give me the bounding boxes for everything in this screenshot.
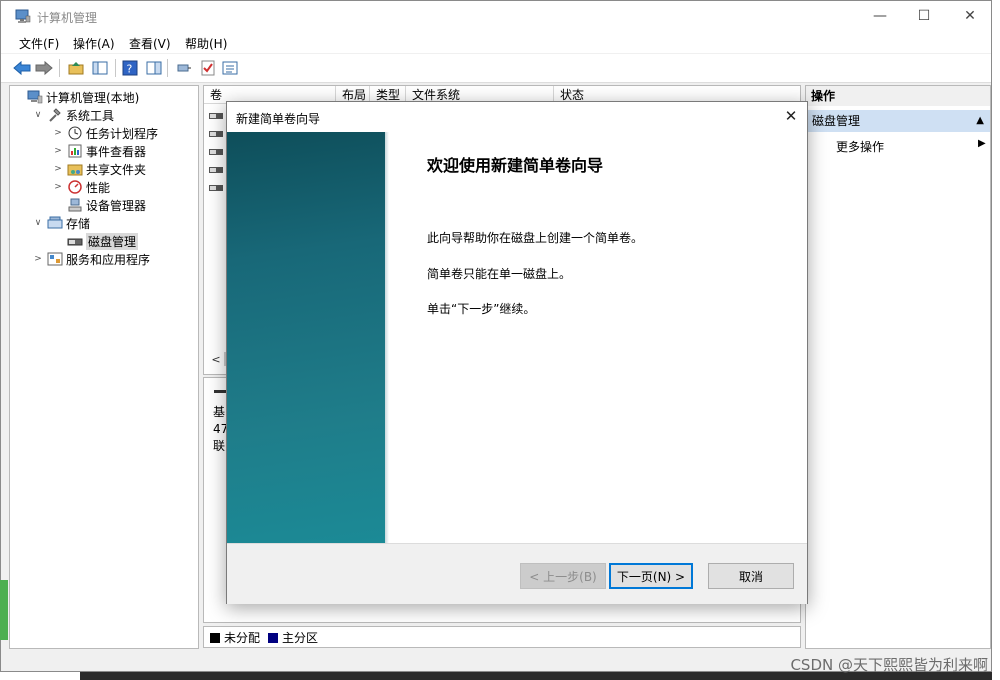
submenu-arrow-icon: ▶: [978, 138, 986, 149]
tree-item-8[interactable]: 磁盘管理: [12, 232, 196, 250]
next-button[interactable]: 下一页(N) >: [609, 563, 693, 589]
toolbar-separator: [115, 59, 116, 77]
connect-icon[interactable]: [175, 59, 193, 77]
watermark: CSDN @天下熙熙皆为利来啊: [790, 656, 988, 674]
wizard-description-1: 此向导帮助你在磁盘上创建一个简单卷。: [427, 231, 644, 245]
event-viewer-icon: [67, 143, 83, 159]
checklist-icon[interactable]: [199, 59, 217, 77]
services-icon: [47, 251, 63, 267]
actions-pane: 操作 磁盘管理 ▲ 更多操作 ▶: [805, 85, 991, 649]
volume-row-icon[interactable]: [209, 164, 223, 178]
volume-row-icon[interactable]: [209, 182, 223, 196]
window-title: 计算机管理: [37, 11, 98, 25]
wizard-description-3: 单击“下一步”继续。: [427, 302, 536, 316]
clock-icon: [67, 125, 83, 141]
storage-icon: [47, 215, 63, 231]
close-button[interactable]: ✕: [947, 1, 993, 31]
tree-item-1[interactable]: ∨ 系统工具: [12, 106, 196, 124]
tools-icon: [47, 107, 63, 123]
primary-partition-swatch: [268, 632, 279, 643]
legend-primary: 主分区: [268, 629, 318, 646]
tree-item-4[interactable]: > 共享文件夹: [12, 160, 196, 178]
title-bar: 计算机管理 — ☐ ✕: [1, 1, 991, 31]
volume-row-icon[interactable]: [209, 110, 223, 124]
legend-primary-label: 主分区: [282, 630, 319, 645]
chevron-right-icon[interactable]: >: [52, 146, 64, 156]
volume-row-icon[interactable]: [209, 128, 223, 142]
menu-action[interactable]: 操作(A): [73, 35, 115, 52]
shared-folder-icon: [67, 161, 83, 177]
chevron-right-icon[interactable]: >: [52, 182, 64, 192]
volume-row-icon[interactable]: [209, 146, 223, 160]
wizard-banner-image: [227, 132, 385, 543]
actions-section-disk-management[interactable]: 磁盘管理 ▲: [806, 110, 990, 132]
legend: 未分配 主分区: [203, 626, 801, 648]
menu-bar: 文件(F) 操作(A) 查看(V) 帮助(H): [1, 31, 991, 53]
performance-icon: [67, 179, 83, 195]
tree-item-label: 磁盘管理: [86, 232, 139, 250]
up-folder-icon[interactable]: [67, 59, 85, 77]
tree-item-7[interactable]: ∨ 存储: [12, 214, 196, 232]
disk-icon: [67, 233, 83, 249]
computer-icon: [27, 89, 43, 105]
minimize-button[interactable]: —: [857, 1, 903, 31]
tree-item-label: 共享文件夹: [86, 162, 147, 177]
tree-item-3[interactable]: > 事件查看器: [12, 142, 196, 160]
toolbar: ?: [1, 54, 991, 83]
tree-rows: 计算机管理(本地) ∨ 系统工具 > 任务计划程序 > 事件查看器 > 共享文件夹 > 性能 设备管理…: [12, 88, 196, 268]
unallocated-swatch: [210, 632, 220, 643]
chevron-down-icon[interactable]: ∨: [32, 218, 44, 228]
tree-item-6[interactable]: 设备管理器: [12, 196, 196, 214]
tree-item-label: 计算机管理(本地): [46, 90, 140, 105]
tree-item-label: 存储: [66, 216, 91, 231]
more-actions-item[interactable]: 更多操作: [836, 138, 884, 155]
toolbar-separator: [59, 59, 60, 77]
chevron-down-icon[interactable]: ∨: [32, 110, 44, 120]
device-manager-icon: [67, 197, 83, 213]
background-strip: [0, 580, 8, 640]
svg-text:?: ?: [127, 63, 133, 76]
wizard-heading: 欢迎使用新建简单卷向导: [427, 156, 604, 175]
tree-item-label: 性能: [86, 180, 111, 195]
computer-management-icon: [15, 9, 31, 23]
tree-item-label: 事件查看器: [86, 144, 147, 159]
toolbar-separator: [167, 59, 168, 77]
chevron-right-icon[interactable]: >: [32, 254, 44, 264]
menu-file[interactable]: 文件(F): [19, 35, 59, 52]
tree-item-label: 服务和应用程序: [66, 252, 151, 267]
collapse-triangle-icon[interactable]: ▲: [976, 110, 984, 132]
tree-item-0[interactable]: 计算机管理(本地): [12, 88, 196, 106]
wizard-button-bar: < 上一步(B) 下一页(N) > 取消: [227, 543, 807, 604]
menu-view[interactable]: 查看(V): [129, 35, 171, 52]
back-button[interactable]: < 上一步(B): [520, 563, 606, 589]
chevron-right-icon[interactable]: >: [52, 128, 64, 138]
tree-item-2[interactable]: > 任务计划程序: [12, 124, 196, 142]
properties-pane-icon[interactable]: [145, 59, 163, 77]
forward-arrow-icon[interactable]: [35, 59, 53, 77]
tree-item-label: 系统工具: [66, 108, 115, 123]
show-hide-tree-icon[interactable]: [91, 59, 109, 77]
actions-header: 操作: [806, 86, 990, 106]
new-simple-volume-wizard: 新建简单卷向导 ✕ 欢迎使用新建简单卷向导 此向导帮助你在磁盘上创建一个简单卷。…: [226, 101, 808, 604]
wizard-description-2: 简单卷只能在单一磁盘上。: [427, 267, 572, 281]
maximize-button[interactable]: ☐: [901, 1, 947, 31]
dialog-title: 新建简单卷向导: [236, 112, 321, 126]
dialog-close-icon[interactable]: ✕: [781, 106, 801, 126]
navigation-tree: 计算机管理(本地) ∨ 系统工具 > 任务计划程序 > 事件查看器 > 共享文件夹 > 性能 设备管理…: [9, 85, 199, 649]
legend-unallocated: 未分配: [210, 629, 260, 646]
help-icon[interactable]: ?: [121, 59, 139, 77]
actions-section-label: 磁盘管理: [812, 114, 861, 128]
back-arrow-icon[interactable]: [13, 59, 31, 77]
banner-edge: [385, 132, 389, 543]
tree-item-label: 设备管理器: [86, 198, 147, 213]
tree-item-label: 任务计划程序: [86, 126, 159, 141]
menu-help[interactable]: 帮助(H): [185, 35, 227, 52]
cancel-button[interactable]: 取消: [708, 563, 794, 589]
list-view-icon[interactable]: [221, 59, 239, 77]
chevron-right-icon[interactable]: >: [52, 164, 64, 174]
tree-item-5[interactable]: > 性能: [12, 178, 196, 196]
legend-unallocated-label: 未分配: [224, 630, 261, 645]
tree-item-9[interactable]: > 服务和应用程序: [12, 250, 196, 268]
